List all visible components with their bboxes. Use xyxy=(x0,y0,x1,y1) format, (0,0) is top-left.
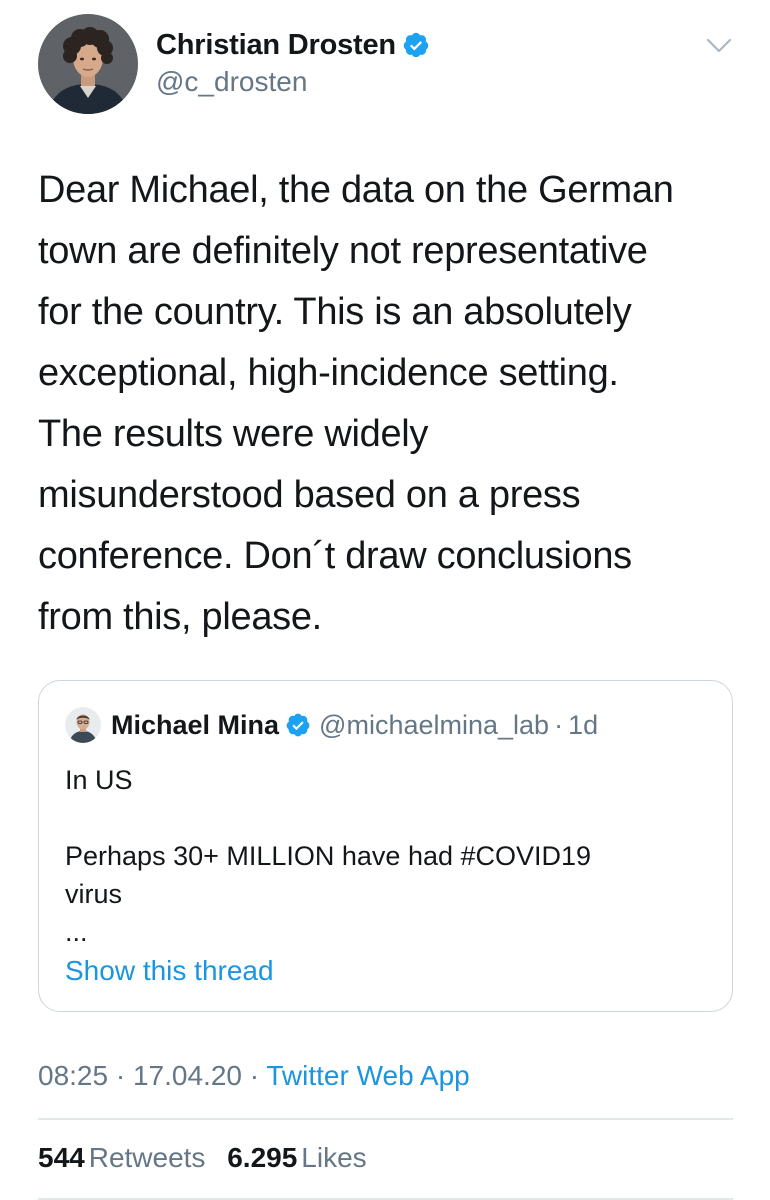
retweets-stat[interactable]: 544 Retweets xyxy=(38,1142,205,1174)
tweet-text: Dear Michael, the data on the German tow… xyxy=(38,160,738,648)
quoted-text-line: virus xyxy=(65,879,123,909)
verified-badge-icon xyxy=(285,712,311,738)
tweet-text-line: for the country. This is an absolutely xyxy=(38,291,632,333)
likes-stat[interactable]: 6.295 Likes xyxy=(227,1142,366,1174)
author-avatar[interactable] xyxy=(38,14,138,114)
tweet-header: Christian Drosten @c_drosten xyxy=(38,14,738,118)
chevron-down-icon[interactable] xyxy=(702,28,736,62)
quoted-author-name: Michael Mina xyxy=(111,709,280,740)
likes-label: Likes xyxy=(301,1142,367,1173)
author-handle[interactable]: @c_drosten xyxy=(156,66,430,98)
tweet-text-line: conference. Don´t draw conclusions xyxy=(38,535,632,577)
tweet-source-link[interactable]: Twitter Web App xyxy=(266,1060,469,1091)
tweet-date[interactable]: 17.04.20 xyxy=(133,1060,242,1091)
show-thread-link[interactable]: Show this thread xyxy=(65,955,274,987)
tweet-stats: 544 Retweets 6.295 Likes xyxy=(38,1142,381,1174)
retweets-label: Retweets xyxy=(88,1142,206,1173)
tweet-text-line: Dear Michael, the data on the German xyxy=(38,169,674,211)
divider xyxy=(38,1118,733,1120)
tweet-text-line: misunderstood based on a press xyxy=(38,474,581,516)
quoted-text-line xyxy=(65,799,715,837)
quoted-text-line: Perhaps 30+ MILLION have had #COVID19 xyxy=(65,841,592,871)
retweets-count: 544 xyxy=(38,1142,85,1173)
verified-badge-icon xyxy=(402,31,430,59)
divider xyxy=(38,1198,733,1200)
tweet-text-line: town are definitely not representative xyxy=(38,230,648,272)
separator-dot: · xyxy=(249,1060,260,1091)
likes-count: 6.295 xyxy=(227,1142,298,1173)
separator-dot: · xyxy=(554,709,564,740)
quoted-tweet-time: 1d xyxy=(568,709,599,740)
author-display-name: Christian Drosten xyxy=(156,28,396,61)
quoted-author-handle: @michaelmina_lab xyxy=(319,709,550,740)
tweet-text-line: exceptional, high-incidence setting. xyxy=(38,352,619,394)
tweet-text-line: The results were widely xyxy=(38,413,429,455)
quoted-tweet-card[interactable]: Michael Mina @michaelmina_lab · 1d In US… xyxy=(38,680,733,1012)
tweet-meta: 08:25 · 17.04.20 · Twitter Web App xyxy=(38,1060,470,1092)
quoted-tweet-text: In US Perhaps 30+ MILLION have had #COVI… xyxy=(65,761,715,951)
quoted-author-avatar xyxy=(65,707,101,743)
tweet-time[interactable]: 08:25 xyxy=(38,1060,108,1091)
quoted-text-line: In US xyxy=(65,765,133,795)
separator-dot: · xyxy=(115,1060,126,1091)
author-name-row[interactable]: Christian Drosten xyxy=(156,28,430,62)
quoted-tweet-header: Michael Mina @michaelmina_lab · 1d xyxy=(65,705,598,745)
quoted-text-ellipsis: ... xyxy=(65,917,88,947)
tweet-text-line: from this, please. xyxy=(38,596,322,638)
